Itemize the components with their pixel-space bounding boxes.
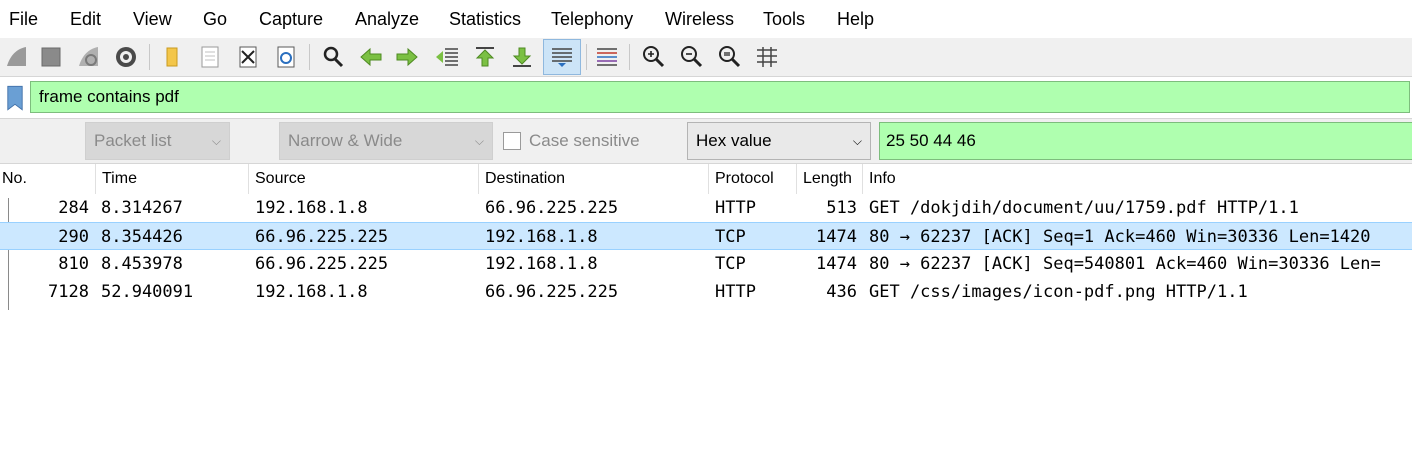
cell-no: 290 [58, 227, 89, 247]
resize-columns-icon[interactable] [750, 40, 784, 74]
cell-protocol: TCP [715, 254, 746, 274]
search-type-value: Hex value [696, 131, 772, 150]
cell-source: 66.96.225.225 [255, 227, 389, 247]
table-row[interactable]: 810 8.453978 66.96.225.225 192.168.1.8 T… [0, 250, 1412, 278]
reload-file-icon[interactable] [269, 40, 303, 74]
toolbar-separator [149, 44, 150, 70]
cell-destination: 192.168.1.8 [485, 227, 598, 247]
menu-statistics[interactable]: Statistics [449, 0, 521, 38]
column-header-destination[interactable]: Destination [478, 164, 708, 194]
search-in-value: Packet list [94, 131, 172, 150]
open-file-folder-icon[interactable] [155, 40, 189, 74]
cell-time: 8.314267 [101, 198, 183, 218]
column-header-source[interactable]: Source [248, 164, 478, 194]
bookmark-icon[interactable] [2, 82, 28, 114]
toolbar-separator [629, 44, 630, 70]
close-file-icon[interactable] [231, 40, 265, 74]
colorize-icon[interactable] [590, 40, 624, 74]
packet-list-header: No. Time Source Destination Protocol Len… [0, 164, 1412, 194]
menu-edit[interactable]: Edit [70, 0, 101, 38]
menu-telephony[interactable]: Telephony [551, 0, 633, 38]
capture-options-gear-icon[interactable] [109, 40, 143, 74]
find-packet-magnifier-icon[interactable] [316, 40, 350, 74]
column-header-protocol[interactable]: Protocol [708, 164, 796, 194]
go-to-last-packet-icon[interactable] [505, 40, 539, 74]
main-toolbar [0, 38, 1412, 77]
column-header-time[interactable]: Time [95, 164, 248, 194]
go-forward-arrow-icon[interactable] [390, 40, 424, 74]
auto-scroll-icon[interactable] [543, 39, 581, 75]
cell-info: GET /dokjdih/document/uu/1759.pdf HTTP/1… [869, 198, 1299, 218]
cell-info: GET /css/images/icon-pdf.png HTTP/1.1 [869, 282, 1248, 302]
cell-protocol: TCP [715, 227, 746, 247]
character-width-value: Narrow & Wide [288, 131, 403, 150]
cell-source: 66.96.225.225 [255, 254, 389, 274]
cell-length: 1474 [816, 227, 857, 247]
chevron-down-icon: ⌵ [852, 134, 862, 148]
search-type-dropdown[interactable]: Hex value ⌵ [687, 122, 871, 160]
cell-time: 52.940091 [101, 282, 194, 302]
zoom-in-icon[interactable] [636, 40, 670, 74]
cell-no: 810 [58, 254, 89, 274]
menu-tools[interactable]: Tools [763, 0, 805, 38]
find-packet-bar: Packet list ⌵ Narrow & Wide ⌵ Case sensi… [0, 118, 1412, 164]
cell-length: 436 [826, 282, 857, 302]
menu-view[interactable]: View [133, 0, 172, 38]
display-filter-input[interactable]: frame contains pdf [30, 81, 1410, 113]
toolbar-separator [586, 44, 587, 70]
save-file-icon[interactable] [193, 40, 227, 74]
search-in-dropdown[interactable]: Packet list ⌵ [85, 122, 230, 160]
menu-file[interactable]: File [9, 0, 38, 38]
menu-go[interactable]: Go [203, 0, 227, 38]
shark-fin-start-icon[interactable] [0, 40, 34, 74]
cell-length: 1474 [816, 254, 857, 274]
go-back-arrow-icon[interactable] [354, 40, 388, 74]
menu-help[interactable]: Help [837, 0, 874, 38]
menu-capture[interactable]: Capture [259, 0, 323, 38]
cell-no: 284 [58, 198, 89, 218]
column-header-no[interactable]: No. [0, 164, 95, 194]
packet-list: No. Time Source Destination Protocol Len… [0, 164, 1412, 468]
cell-length: 513 [826, 198, 857, 218]
cell-time: 8.354426 [101, 227, 183, 247]
cell-source: 192.168.1.8 [255, 282, 368, 302]
character-width-dropdown[interactable]: Narrow & Wide ⌵ [279, 122, 493, 160]
search-value-input[interactable]: 25 50 44 46 [879, 122, 1412, 160]
table-row[interactable]: 7128 52.940091 192.168.1.8 66.96.225.225… [0, 278, 1412, 306]
zoom-out-icon[interactable] [674, 40, 708, 74]
normal-size-icon[interactable] [712, 40, 746, 74]
case-sensitive-checkbox[interactable] [503, 132, 521, 150]
cell-destination: 66.96.225.225 [485, 282, 619, 302]
cell-no: 7128 [48, 282, 89, 302]
go-to-packet-icon[interactable] [430, 40, 464, 74]
table-row-selected[interactable]: 290 8.354426 66.96.225.225 192.168.1.8 T… [0, 222, 1412, 250]
cell-protocol: HTTP [715, 198, 756, 218]
cell-info: 80 → 62237 [ACK] Seq=1 Ack=460 Win=30336… [869, 227, 1371, 247]
cell-info: 80 → 62237 [ACK] Seq=540801 Ack=460 Win=… [869, 254, 1381, 274]
menu-wireless[interactable]: Wireless [665, 0, 734, 38]
table-row[interactable]: 284 8.314267 192.168.1.8 66.96.225.225 H… [0, 194, 1412, 222]
cell-destination: 66.96.225.225 [485, 198, 619, 218]
display-filter-bar: frame contains pdf [0, 80, 1412, 116]
cell-time: 8.453978 [101, 254, 183, 274]
case-sensitive-label: Case sensitive [529, 131, 640, 150]
stop-capture-icon[interactable] [34, 40, 68, 74]
column-header-length[interactable]: Length [796, 164, 862, 194]
cell-source: 192.168.1.8 [255, 198, 368, 218]
cell-protocol: HTTP [715, 282, 756, 302]
go-to-first-packet-icon[interactable] [468, 40, 502, 74]
chevron-down-icon: ⌵ [211, 134, 221, 148]
menu-bar: File Edit View Go Capture Analyze Statis… [0, 0, 1412, 38]
menu-analyze[interactable]: Analyze [355, 0, 419, 38]
chevron-down-icon: ⌵ [474, 134, 484, 148]
restart-capture-icon[interactable] [72, 40, 106, 74]
cell-destination: 192.168.1.8 [485, 254, 598, 274]
column-header-info[interactable]: Info [862, 164, 1412, 194]
toolbar-separator [309, 44, 310, 70]
